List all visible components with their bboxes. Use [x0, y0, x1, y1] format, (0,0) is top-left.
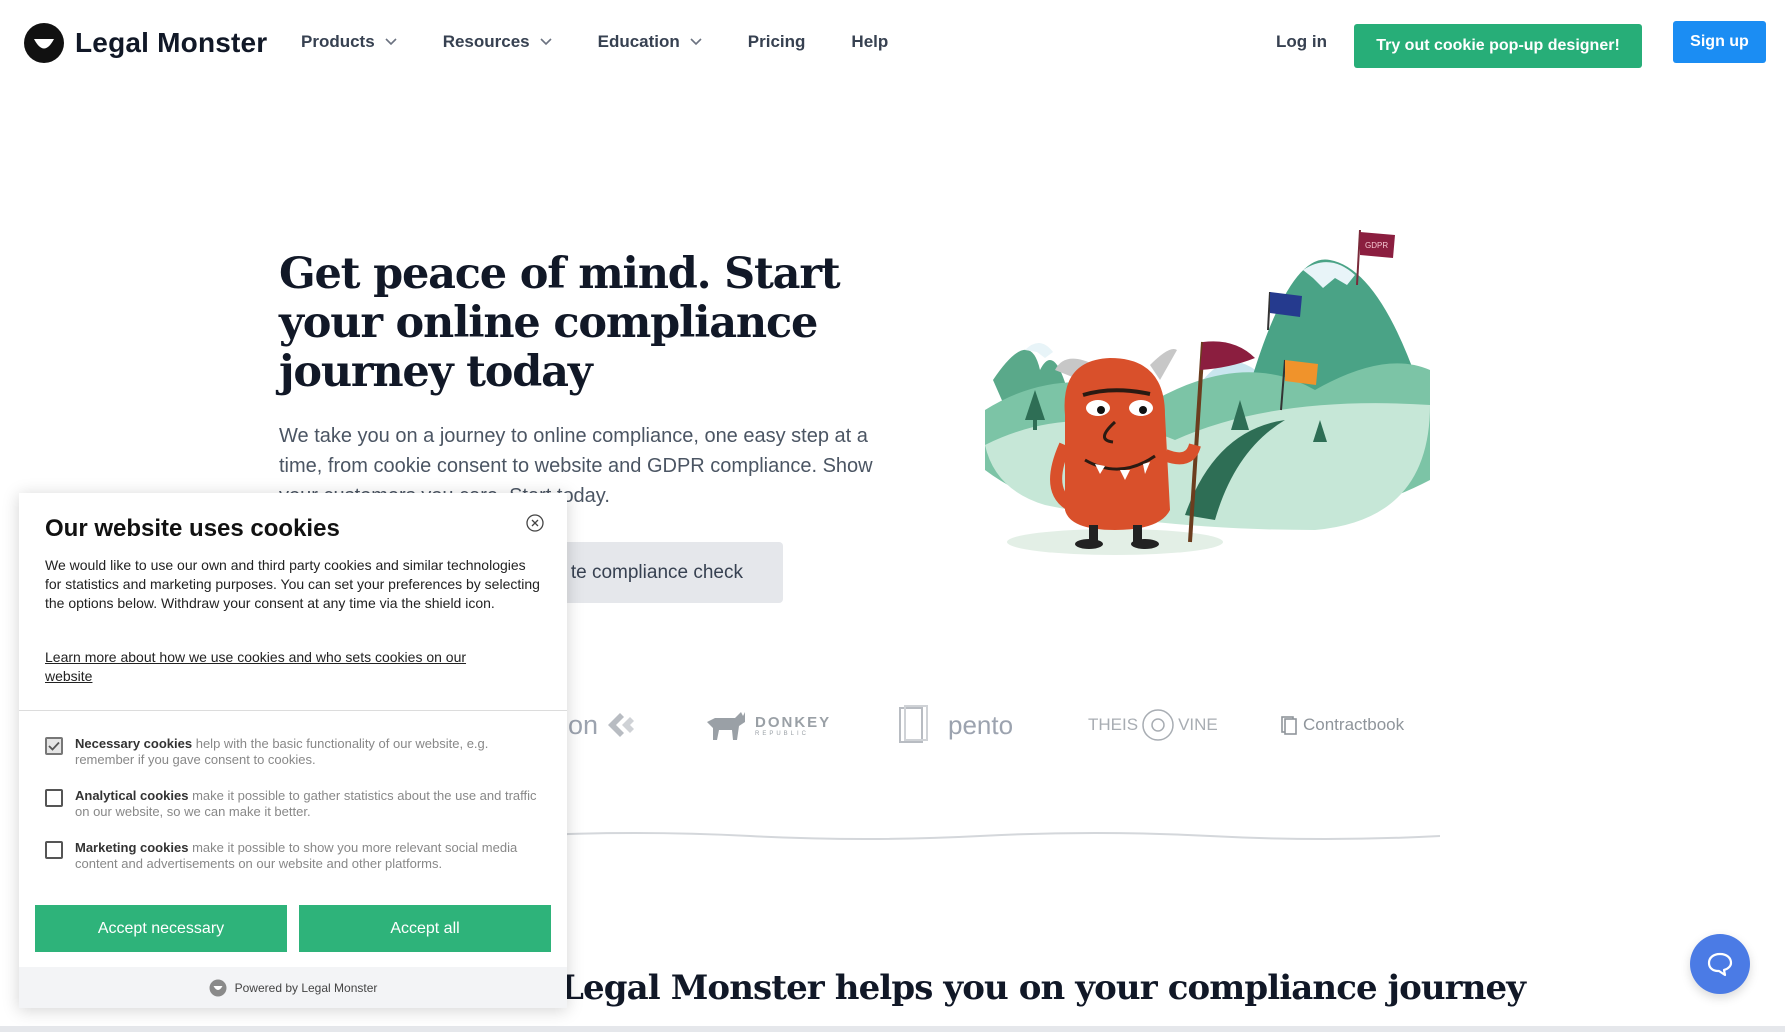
brand-logo[interactable]: Legal Monster — [23, 22, 267, 64]
contractbook-icon — [1281, 716, 1297, 735]
chevron-down-icon — [690, 38, 702, 46]
logo-icon — [24, 23, 64, 63]
monster-body — [1064, 358, 1170, 530]
section-title: Legal Monster helps you on your complian… — [560, 968, 1526, 1008]
donkey-icon — [707, 712, 745, 740]
client-logo-partial: on — [568, 700, 636, 750]
hero-illustration: GDPR — [985, 230, 1430, 555]
powered-by-text[interactable]: Powered by Legal Monster — [235, 981, 378, 995]
nav-item-products[interactable]: Products — [301, 32, 397, 52]
cookie-dialog-footer: Powered by Legal Monster — [19, 967, 567, 1008]
necessary-cookies-checkbox[interactable] — [45, 737, 63, 755]
signup-button[interactable]: Sign up — [1673, 21, 1766, 63]
monster-horn — [1150, 349, 1177, 380]
monster-pupil — [1097, 406, 1105, 414]
cookie-option-analytical: Analytical cookies make it possible to g… — [45, 788, 545, 820]
site-header: Legal Monster Products Resources Educati… — [0, 0, 1785, 90]
logo-icon — [209, 979, 227, 996]
brand-name: Legal Monster — [75, 27, 268, 58]
tree-trunk — [1033, 420, 1037, 430]
accept-necessary-button[interactable]: Accept necessary — [35, 905, 287, 952]
close-icon[interactable] — [525, 513, 545, 533]
pento-mark-icon — [899, 705, 928, 743]
flag-pole — [1267, 291, 1271, 331]
cookie-option-name: Necessary cookies — [75, 736, 193, 751]
cookie-divider — [19, 710, 567, 711]
hero-title: Get peace of mind. Start your online com… — [279, 249, 841, 397]
client-logo-theis-vine: THEIS VINE — [1088, 700, 1218, 750]
chevron-down-icon — [540, 38, 552, 46]
cookie-option-text: Necessary cookies help with the basic fu… — [75, 736, 545, 768]
client-logo-contractbook: Contractbook — [1280, 700, 1404, 750]
checkmark-icon — [48, 741, 60, 751]
nav-item-label: Products — [301, 32, 375, 51]
cookie-option-text: Marketing cookies make it possible to sh… — [75, 840, 545, 872]
login-link[interactable]: Log in — [1276, 32, 1327, 52]
client-logo-mark — [608, 713, 635, 737]
theis-vine-ring-icon — [1142, 709, 1174, 741]
chat-launcher-button[interactable] — [1690, 934, 1750, 994]
cookie-option-text: Analytical cookies make it possible to g… — [75, 788, 545, 820]
cookie-option-name: Marketing cookies — [75, 840, 189, 855]
try-cookie-designer-button[interactable]: Try out cookie pop-up designer! — [1354, 24, 1642, 68]
accept-all-button[interactable]: Accept all — [299, 905, 551, 952]
nav-item-label: Help — [851, 32, 889, 51]
client-logo-donkey-republic: DONKEY REPUBLIC — [705, 700, 831, 750]
monster-foot — [1131, 539, 1159, 549]
nav-item-education[interactable]: Education — [598, 32, 702, 52]
cookie-option-necessary: Necessary cookies help with the basic fu… — [45, 736, 545, 768]
cookie-flag — [1285, 360, 1318, 385]
client-logo-pento: pento — [896, 700, 1013, 750]
cookie-option-name: Analytical cookies — [75, 788, 189, 803]
nav-item-help[interactable]: Help — [851, 32, 888, 52]
cookie-option-marketing: Marketing cookies make it possible to sh… — [45, 840, 545, 872]
monster-foot — [1075, 539, 1103, 549]
nav-item-resources[interactable]: Resources — [443, 32, 552, 52]
chat-icon — [1707, 952, 1733, 977]
client-logos: on DONKEY REPUBLIC pento THEIS VINE Cont… — [560, 700, 1440, 750]
main-nav: Products Resources Education Pricing Hel… — [301, 30, 934, 54]
cookie-dialog-text: We would like to use our own and third p… — [45, 557, 540, 611]
chevron-down-icon — [385, 38, 397, 46]
gdpr-flag-label: GDPR — [1365, 241, 1388, 250]
marketing-cookies-checkbox[interactable] — [45, 841, 63, 859]
cookie-consent-dialog: Our website uses cookies We would like t… — [19, 493, 567, 1008]
analytical-cookies-checkbox[interactable] — [45, 789, 63, 807]
eu-flag — [1270, 292, 1302, 317]
nav-item-label: Pricing — [747, 32, 806, 51]
cookie-policy-link[interactable]: Learn more about how we use cookies and … — [45, 648, 515, 686]
section-divider — [520, 832, 1440, 840]
cookie-dialog-title: Our website uses cookies — [45, 515, 340, 542]
nav-item-pricing[interactable]: Pricing — [748, 32, 806, 52]
nav-item-label: Education — [597, 32, 680, 51]
bottom-strip — [0, 1026, 1785, 1032]
nav-item-label: Resources — [442, 32, 530, 51]
monster-pupil — [1139, 406, 1147, 414]
